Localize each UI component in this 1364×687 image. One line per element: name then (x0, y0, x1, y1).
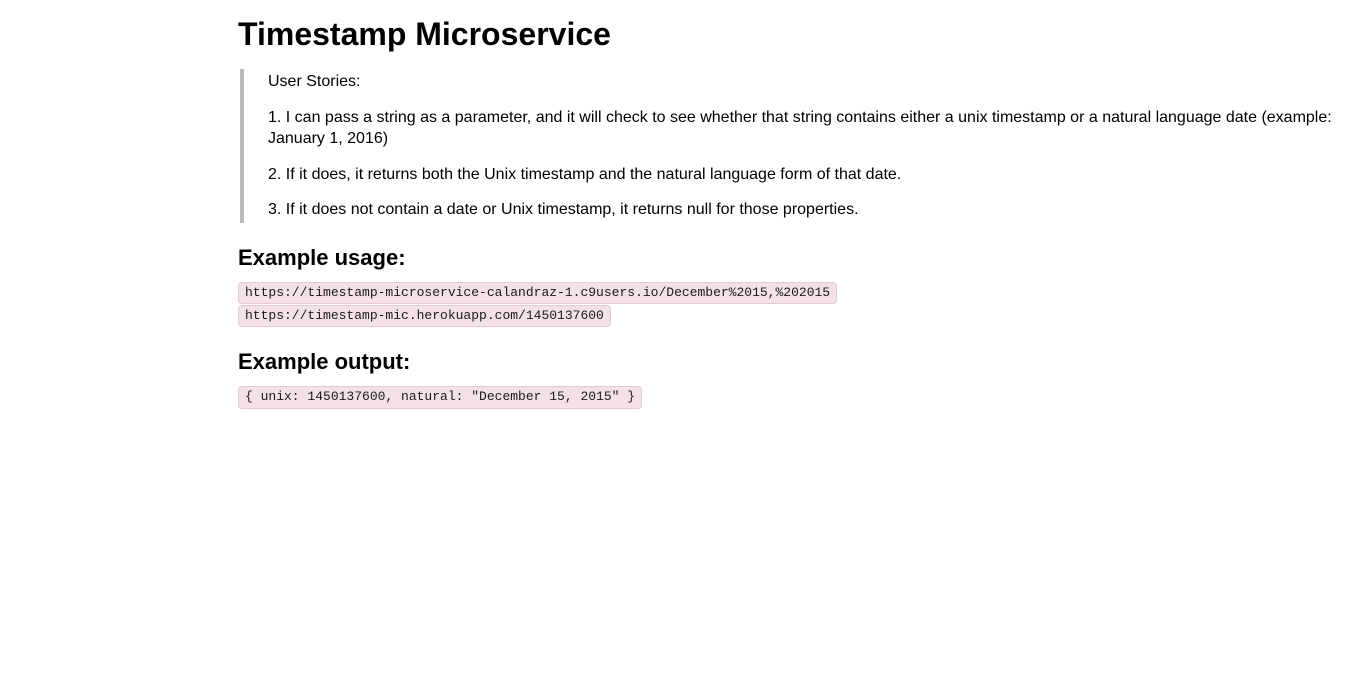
example-usage-heading: Example usage: (238, 245, 1354, 271)
user-stories-block: User Stories: 1. I can pass a string as … (240, 69, 1354, 223)
user-stories-heading: User Stories: (268, 71, 1354, 93)
user-story-item: 1. I can pass a string as a parameter, a… (268, 107, 1354, 150)
example-usage-block: https://timestamp-microservice-calandraz… (238, 281, 1354, 327)
example-output-heading: Example output: (238, 349, 1354, 375)
page-title: Timestamp Microservice (238, 16, 1354, 53)
example-usage-line: https://timestamp-microservice-calandraz… (238, 282, 837, 304)
example-output-block: { unix: 1450137600, natural: "December 1… (238, 385, 1354, 408)
user-story-item: 2. If it does, it returns both the Unix … (268, 164, 1354, 186)
user-story-item: 3. If it does not contain a date or Unix… (268, 199, 1354, 221)
example-output-line: { unix: 1450137600, natural: "December 1… (238, 386, 642, 408)
example-usage-line: https://timestamp-mic.herokuapp.com/1450… (238, 305, 611, 327)
